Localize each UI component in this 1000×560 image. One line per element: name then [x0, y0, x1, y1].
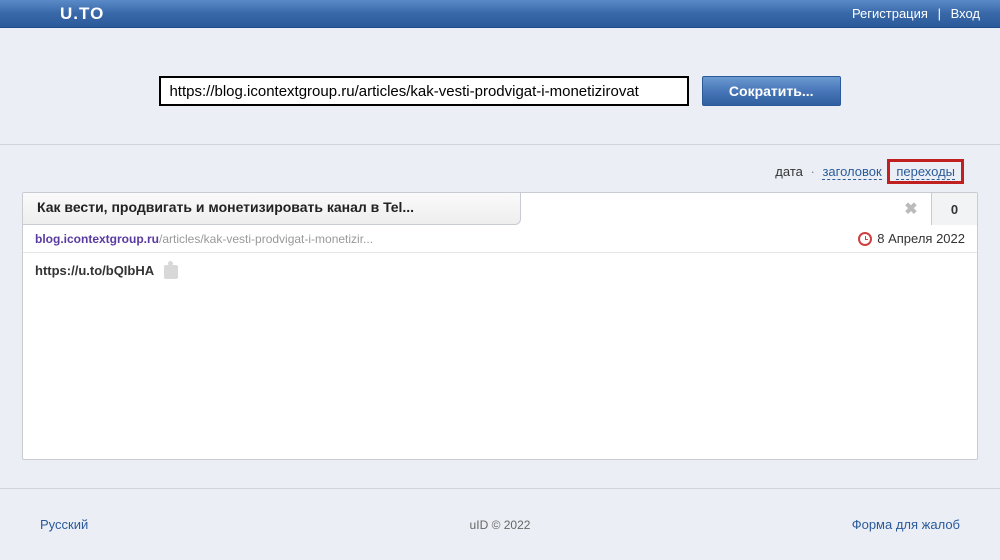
footer: Русский uID © 2022 Форма для жалоб: [0, 488, 1000, 560]
copyright: uID © 2022: [470, 518, 531, 532]
short-url-row: https://u.to/bQIbHA: [23, 253, 977, 459]
sort-date-label[interactable]: дата: [775, 164, 803, 179]
close-icon[interactable]: ✖: [891, 193, 931, 225]
created-date: 8 Апреля 2022: [858, 231, 965, 246]
language-selector[interactable]: Русский: [40, 517, 88, 532]
sort-clicks-highlighted: переходы: [887, 159, 964, 184]
short-url[interactable]: https://u.to/bQIbHA: [35, 263, 154, 278]
shorten-button[interactable]: Сократить...: [702, 76, 841, 106]
sort-clicks-link[interactable]: переходы: [896, 164, 955, 180]
clicks-count: 0: [931, 193, 977, 225]
site-logo[interactable]: U.TO: [60, 4, 104, 24]
shorten-panel: Сократить...: [0, 28, 1000, 145]
url-input[interactable]: [159, 76, 689, 106]
login-link[interactable]: Вход: [951, 6, 980, 21]
complaint-link[interactable]: Форма для жалоб: [852, 517, 960, 532]
puzzle-icon[interactable]: [164, 265, 178, 279]
original-url-row: blog.icontextgroup.ru/articles/kak-vesti…: [23, 225, 977, 253]
original-domain: blog.icontextgroup.ru: [35, 232, 159, 246]
url-card: Как вести, продвигать и монетизировать к…: [22, 192, 978, 460]
sort-row: дата · заголовок переходы: [22, 145, 978, 192]
clock-icon: [858, 232, 872, 246]
top-header: U.TO Регистрация | Вход: [0, 0, 1000, 28]
auth-links: Регистрация | Вход: [852, 6, 980, 21]
register-link[interactable]: Регистрация: [852, 6, 928, 21]
page-title-tab[interactable]: Как вести, продвигать и монетизировать к…: [23, 193, 521, 225]
content-area: дата · заголовок переходы Как вести, про…: [0, 145, 1000, 460]
original-url[interactable]: blog.icontextgroup.ru/articles/kak-vesti…: [35, 232, 373, 246]
original-path: /articles/kak-vesti-prodvigat-i-monetizi…: [159, 232, 373, 246]
date-text: 8 Апреля 2022: [877, 231, 965, 246]
sort-title-link[interactable]: заголовок: [822, 164, 881, 180]
card-header: Как вести, продвигать и монетизировать к…: [23, 193, 977, 225]
separator: |: [938, 6, 941, 21]
